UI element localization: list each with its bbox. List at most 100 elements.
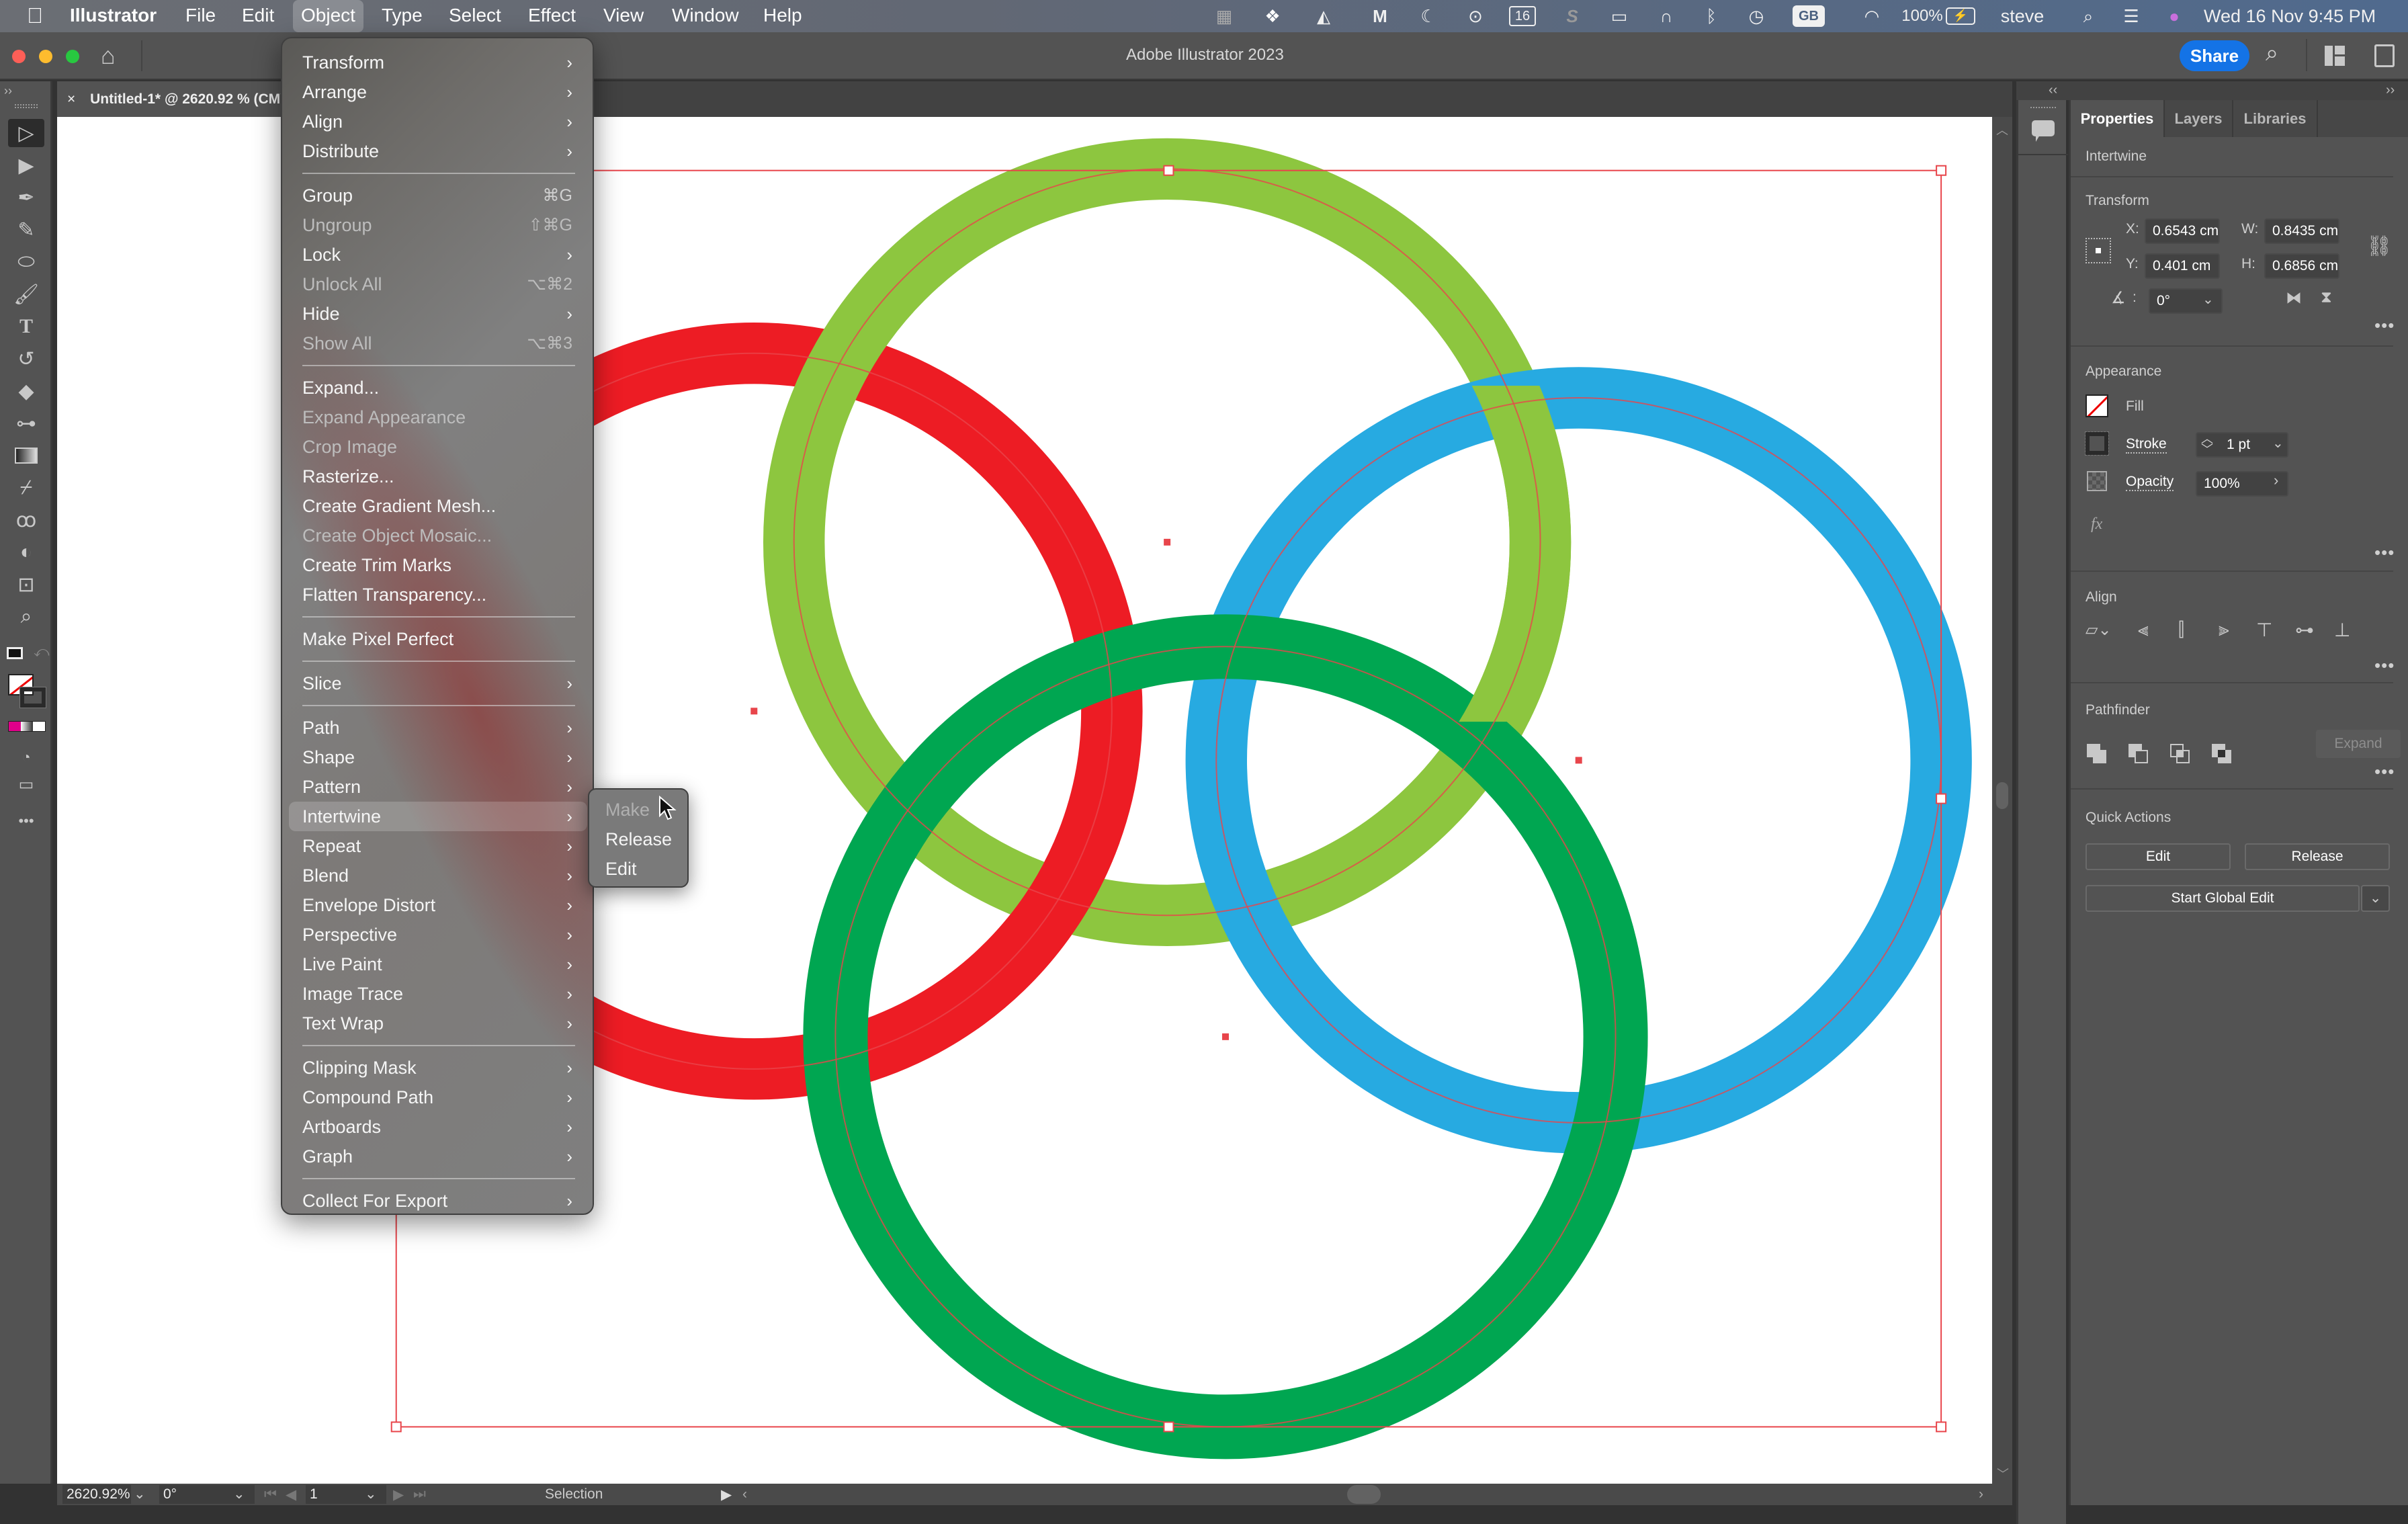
mail-badge-icon[interactable]: M bbox=[1367, 5, 1393, 27]
opacity-expand-icon[interactable]: › bbox=[2274, 472, 2278, 489]
menu-item-hide[interactable]: Hide › bbox=[289, 299, 587, 329]
pathfinder-exclude-icon[interactable] bbox=[2212, 744, 2232, 764]
menu-item-make-pixel-perfect[interactable]: Make Pixel Perfect bbox=[289, 624, 587, 654]
menu-item-live-paint[interactable]: Live Paint › bbox=[289, 949, 587, 979]
menu-help[interactable]: Help bbox=[763, 0, 802, 32]
menu-object[interactable]: Object bbox=[293, 0, 363, 32]
moon-icon[interactable]: ☾ bbox=[1416, 5, 1440, 27]
blend-tool-icon[interactable]: ◐ bbox=[8, 538, 44, 566]
last-artboard-icon[interactable]: ⏭ bbox=[413, 1486, 426, 1502]
battery-icon[interactable]: ⚡ bbox=[1946, 7, 1975, 25]
close-window-button[interactable] bbox=[12, 50, 26, 63]
scroll-down-icon[interactable]: ﹀ bbox=[1997, 1465, 2009, 1482]
fill-swatch[interactable] bbox=[2086, 394, 2108, 417]
align-vertical-center-icon[interactable]: ⊶ bbox=[2295, 619, 2314, 641]
menu-item-slice[interactable]: Slice › bbox=[289, 669, 587, 698]
opacity-label[interactable]: Opacity bbox=[2126, 474, 2174, 491]
menu-item-show-all[interactable]: Show All ⌥⌘3 bbox=[289, 329, 587, 358]
display-icon[interactable]: ▭ bbox=[1607, 5, 1631, 27]
play-icon[interactable]: ⊙ bbox=[1463, 5, 1488, 27]
menu-item-artboards[interactable]: Artboards › bbox=[289, 1112, 587, 1142]
toolbar-grip-icon[interactable] bbox=[15, 104, 38, 108]
global-edit-options-dropdown[interactable]: ⌄ bbox=[2361, 885, 2390, 912]
menu-item-flatten-transparency[interactable]: Flatten Transparency... bbox=[289, 580, 587, 609]
expand-toolbar-icon[interactable]: ›› bbox=[4, 84, 12, 98]
align-top-icon[interactable]: ⊤ bbox=[2256, 619, 2272, 641]
menu-item-group[interactable]: Group ⌘G bbox=[289, 181, 587, 210]
gradient-tool-icon[interactable] bbox=[8, 441, 44, 470]
shape-builder-tool-icon[interactable]: ⊶ bbox=[8, 409, 44, 437]
wifi-icon[interactable]: ◠ bbox=[1858, 5, 1885, 27]
menu-item-image-trace[interactable]: Image Trace › bbox=[289, 979, 587, 1009]
status-menu-icon[interactable]: ▶ bbox=[721, 1486, 732, 1503]
resize-handle[interactable] bbox=[1163, 1421, 1174, 1433]
tab-libraries[interactable]: Libraries bbox=[2233, 100, 2318, 137]
resize-handle[interactable] bbox=[1936, 1421, 1947, 1433]
puppet-warp-tool-icon[interactable]: ꝏ bbox=[8, 506, 44, 534]
screen-mode-icon[interactable]: ▭ bbox=[8, 770, 44, 798]
stroke-weight-dropdown-icon[interactable]: ⌄ bbox=[2272, 435, 2284, 452]
menu-item-compound-path[interactable]: Compound Path › bbox=[289, 1083, 587, 1112]
menu-window[interactable]: Window bbox=[672, 0, 739, 32]
flip-vertical-icon[interactable]: ⧗ bbox=[2321, 288, 2332, 307]
flip-horizontal-icon[interactable]: ⧓ bbox=[2286, 288, 2302, 308]
menu-item-transform[interactable]: Transform › bbox=[289, 48, 587, 77]
appearance-more-options[interactable]: ••• bbox=[2374, 542, 2395, 563]
menu-item-text-wrap[interactable]: Text Wrap › bbox=[289, 1009, 587, 1038]
menu-item-distribute[interactable]: Distribute › bbox=[289, 136, 587, 166]
draw-mode-icon[interactable]: ◔ bbox=[8, 743, 44, 771]
dropbox-icon[interactable]: ❖ bbox=[1260, 5, 1285, 27]
scroll-right-icon[interactable]: › bbox=[1979, 1486, 1983, 1502]
eyedropper-tool-icon[interactable]: ⌿ bbox=[8, 474, 44, 502]
menu-item-create-trim-marks[interactable]: Create Trim Marks bbox=[289, 550, 587, 580]
y-field[interactable]: 0.401 cm bbox=[2145, 253, 2220, 279]
vpn-icon[interactable]: ◭ bbox=[1310, 5, 1337, 27]
menu-type[interactable]: Type bbox=[382, 0, 423, 32]
submenu-release[interactable]: Release bbox=[605, 824, 672, 854]
rotation-dropdown-icon[interactable]: ⌄ bbox=[233, 1486, 245, 1502]
artboard-tool-icon[interactable]: ⊡ bbox=[8, 570, 44, 599]
zoom-dropdown-icon[interactable]: ⌄ bbox=[134, 1486, 146, 1502]
default-colors-icon[interactable] bbox=[7, 647, 23, 659]
menu-item-collect-for-export[interactable]: Collect For Export › bbox=[289, 1186, 587, 1214]
menu-item-unlock-all[interactable]: Unlock All ⌥⌘2 bbox=[289, 269, 587, 299]
s-app-icon[interactable]: S bbox=[1560, 5, 1584, 27]
fx-effects-icon[interactable]: fx bbox=[2091, 515, 2102, 534]
menu-item-expand[interactable]: Expand... bbox=[289, 373, 587, 403]
clock[interactable]: Wed 16 Nov 9:45 PM bbox=[2204, 5, 2405, 27]
minimize-window-button[interactable] bbox=[39, 50, 52, 63]
transform-more-options[interactable]: ••• bbox=[2374, 315, 2395, 336]
vertical-scrollbar[interactable]: ︿ ﹀ bbox=[1992, 117, 2012, 1484]
zoom-tool-icon[interactable]: ⌕ bbox=[8, 603, 44, 631]
paintbrush-tool-icon[interactable]: 🖌 bbox=[8, 280, 44, 308]
swap-colors-icon[interactable]: ⤺ bbox=[34, 643, 50, 661]
stats-icon[interactable]: ▦ bbox=[1212, 5, 1236, 27]
resize-handle[interactable] bbox=[390, 1421, 402, 1433]
submenu-make[interactable]: Make bbox=[605, 795, 650, 824]
type-tool-icon[interactable]: T bbox=[8, 312, 44, 341]
headphones-icon[interactable]: ∩ bbox=[1654, 5, 1678, 27]
menu-file[interactable]: File bbox=[185, 0, 216, 32]
align-horizontal-center-icon[interactable]: ⫿ bbox=[2178, 619, 2184, 641]
color-mode-buttons[interactable] bbox=[8, 721, 46, 732]
menu-item-ungroup[interactable]: Ungroup ⇧⌘G bbox=[289, 210, 587, 240]
menu-item-rasterize[interactable]: Rasterize... bbox=[289, 462, 587, 491]
workspace-switcher-icon[interactable] bbox=[2374, 44, 2395, 67]
width-field[interactable]: 0.8435 cm bbox=[2264, 218, 2339, 244]
zoom-level-field[interactable]: 2620.92% bbox=[62, 1485, 131, 1504]
menu-edit[interactable]: Edit bbox=[242, 0, 274, 32]
stroke-label[interactable]: Stroke bbox=[2126, 436, 2167, 454]
release-button[interactable]: Release bbox=[2245, 843, 2390, 870]
close-tab-icon[interactable]: × bbox=[67, 91, 75, 107]
menu-select[interactable]: Select bbox=[449, 0, 501, 32]
align-right-icon[interactable]: ⫸ bbox=[2219, 619, 2229, 641]
pen-tool-icon[interactable]: ✒ bbox=[8, 183, 44, 212]
time-machine-icon[interactable]: ◷ bbox=[1744, 5, 1768, 27]
scroll-up-icon[interactable]: ︿ bbox=[1996, 121, 2008, 138]
start-global-edit-button[interactable]: Start Global Edit bbox=[2086, 885, 2360, 912]
search-icon[interactable]: ⌕ bbox=[2266, 40, 2278, 67]
menu-item-intertwine[interactable]: Intertwine › bbox=[289, 802, 587, 831]
scroll-left-icon[interactable]: ‹ bbox=[742, 1486, 747, 1502]
share-button[interactable]: Share bbox=[2180, 40, 2249, 71]
resize-handle[interactable] bbox=[1936, 165, 1947, 176]
